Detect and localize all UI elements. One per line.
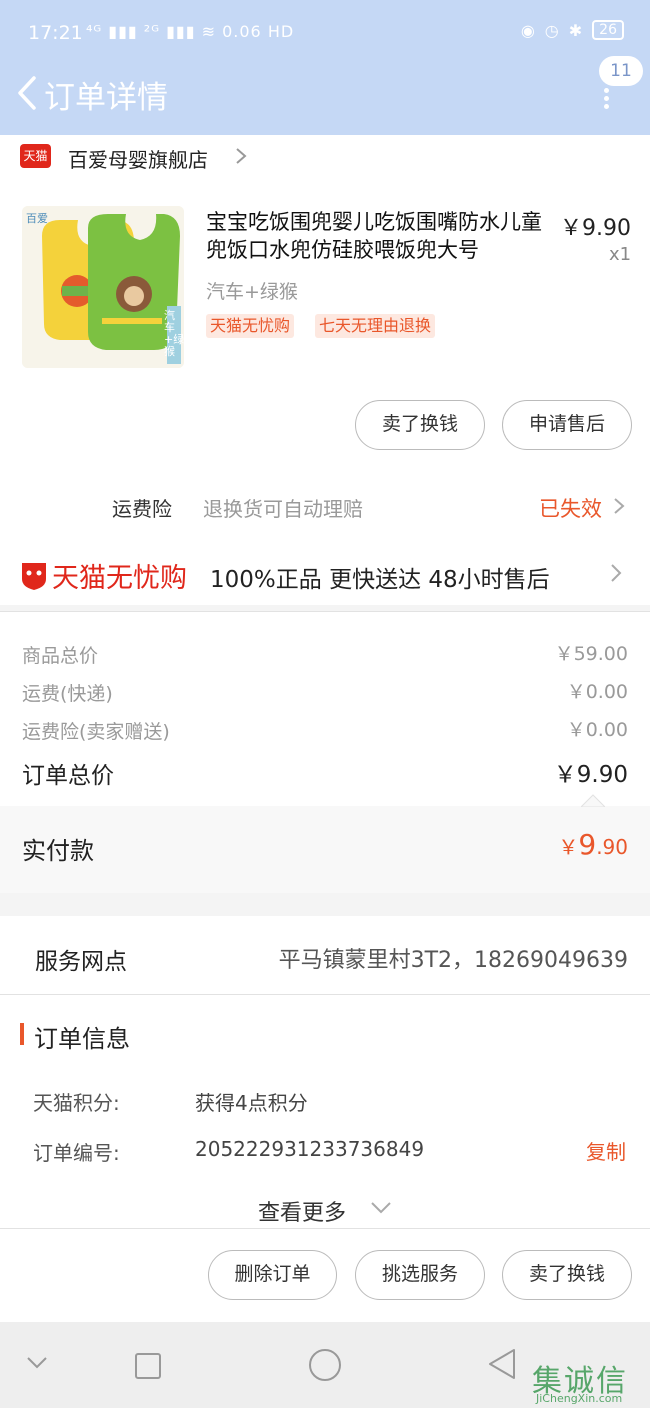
tag-tmall-worry-free: 天猫无忧购 [206,314,295,338]
alarm-icon: ◷ [544,20,559,40]
bib-illustration-icon [22,206,184,368]
tmall-shop-icon: 天猫 [20,144,51,168]
battery-icon: 26 [592,20,624,40]
chevron-right-icon[interactable] [233,146,249,166]
order-total-value: ￥9.90 [553,762,628,788]
summary-insurance-value: ￥0.00 [566,719,628,741]
sell-for-cash-bottom-button[interactable]: 卖了换钱 [502,1250,632,1300]
page-title: 订单详情 [44,80,168,116]
order-number-label: 订单编号: [33,1141,120,1165]
product-title[interactable]: 宝宝吃饭围兜婴儿吃饭围嘴防水儿童兜饭口水兜仿硅胶喂饭兜大号 [206,208,552,264]
back-arrow-icon[interactable] [12,72,48,114]
choose-service-button[interactable]: 挑选服务 [355,1250,485,1300]
delete-order-button[interactable]: 删除订单 [208,1250,337,1300]
view-more-button[interactable]: 查看更多 [258,1195,346,1227]
more-options-icon[interactable] [601,88,611,110]
paid-dec: .90 [596,835,628,859]
product-image[interactable]: 百爱 汽车+绿猴 [22,206,184,368]
paid-value: ￥9.90 [558,828,628,861]
order-number-value: 205222931233736849 [195,1137,425,1161]
status-icons: ◉ ◷ ✱ 26 [521,20,624,40]
chevron-down-icon[interactable] [370,1200,392,1216]
summary-shipping-label: 运费(快递) [22,683,113,705]
summary-shipping-value: ￥0.00 [566,681,628,703]
freight-insurance-label: 运费险 [112,497,172,521]
caret-up-icon [581,794,605,807]
product-price: ￥9.90 [560,216,631,241]
section-accent-bar [20,1023,24,1045]
order-info-heading: 订单信息 [34,1025,130,1053]
nav-home-icon[interactable] [308,1348,342,1382]
shop-name-link[interactable]: 百爱母婴旗舰店 [68,144,208,173]
bluetooth-icon: ✱ [568,20,583,40]
product-spec: 汽车+绿猴 [206,281,298,303]
tag-seven-day-return: 七天无理由退换 [315,314,436,338]
status-bar: 17:21 ⁴ᴳ ▮▮▮ ²ᴳ ▮▮▮ ≋ 0.06 HD ◉ ◷ ✱ 26 [0,0,650,64]
freight-insurance-desc: 退换货可自动理赔 [203,497,363,521]
service-point-value: 平马镇蒙里村3T2，18269049639 [278,948,628,973]
guarantee-text: 100%正品 更快送达 48小时售后 [210,567,550,593]
status-time: 17:21 [28,22,83,44]
message-count-badge[interactable]: 11 [599,56,643,86]
sell-for-cash-button[interactable]: 卖了换钱 [355,400,485,450]
thumb-caption: 汽车+绿猴 [164,309,184,358]
summary-goods-label: 商品总价 [22,645,99,667]
lock-icon: ◉ [520,20,535,40]
app-header: 17:21 ⁴ᴳ ▮▮▮ ²ᴳ ▮▮▮ ≋ 0.06 HD ◉ ◷ ✱ 26 订… [0,0,650,135]
chevron-right-icon [614,498,625,514]
paid-int: 9 [578,828,597,861]
paid-label: 实付款 [22,837,94,865]
product-quantity: x1 [609,244,632,265]
network-indicators: ⁴ᴳ ▮▮▮ ²ᴳ ▮▮▮ ≋ 0.06 HD [86,22,295,41]
order-total-label: 订单总价 [22,763,114,789]
watermark-url: JiChengXin.com [536,1392,623,1405]
nav-hide-icon[interactable] [26,1356,48,1370]
nav-back-icon[interactable] [486,1348,518,1380]
points-value: 获得4点积分 [195,1091,308,1115]
freight-insurance-status: 已失效 [539,497,602,521]
copy-button[interactable]: 复制 [586,1136,626,1165]
paid-amount-section [0,806,650,893]
thumb-brand: 百爱 [26,212,48,225]
guarantee-logo-text: 天猫无忧购 [52,563,187,594]
apply-after-sale-button[interactable]: 申请售后 [502,400,632,450]
chevron-right-icon [611,564,622,582]
summary-insurance-label: 运费险(卖家赠送) [22,721,170,743]
paid-currency: ￥ [558,835,579,859]
service-point-label: 服务网点 [35,949,127,975]
points-label: 天猫积分: [33,1091,120,1115]
nav-recents-icon[interactable] [134,1352,162,1380]
summary-goods-value: ￥59.00 [554,643,628,665]
